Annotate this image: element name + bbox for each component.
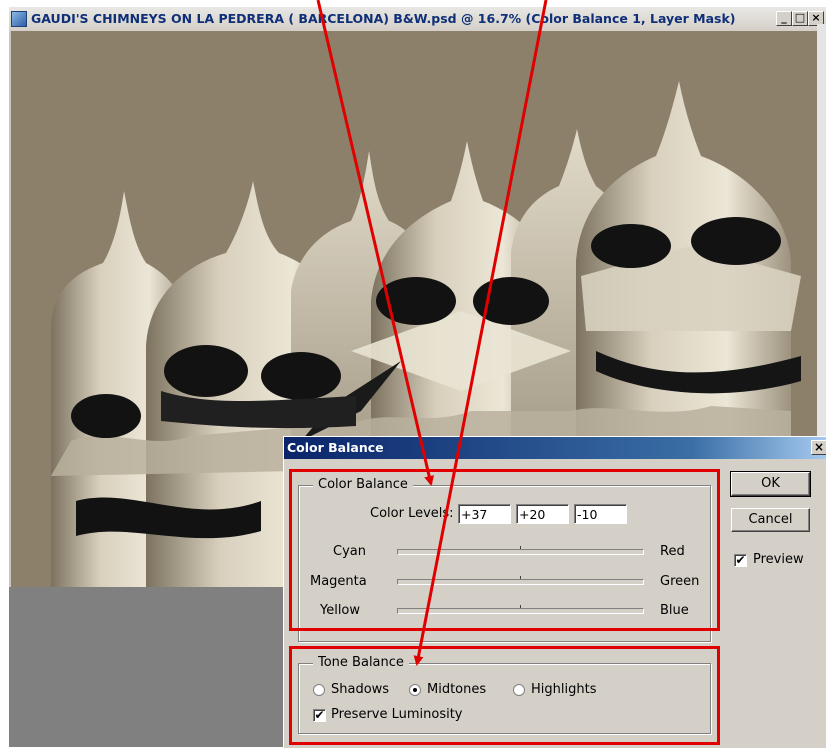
close-icon[interactable]: × (811, 440, 826, 455)
cancel-button[interactable]: Cancel (731, 508, 810, 532)
dialog-title-bar[interactable]: Color Balance × (284, 437, 826, 459)
photoshop-document-icon[interactable] (11, 11, 27, 27)
maximize-icon[interactable]: □ (792, 11, 808, 26)
dialog-title: Color Balance (287, 440, 384, 455)
document-title-bar[interactable]: GAUDI'S CHIMNEYS ON LA PEDRERA ( BARCELO… (9, 7, 826, 31)
workspace-background (9, 587, 284, 747)
workspace-edge (817, 24, 826, 438)
color-balance-callout (289, 469, 720, 631)
preview-label[interactable]: Preview (753, 552, 804, 568)
check-icon[interactable]: ✔ (734, 554, 747, 567)
minimize-icon[interactable]: _ (776, 11, 792, 26)
document-title: GAUDI'S CHIMNEYS ON LA PEDRERA ( BARCELO… (31, 11, 736, 26)
tone-balance-callout (289, 646, 720, 745)
ok-button[interactable]: OK (730, 471, 811, 497)
